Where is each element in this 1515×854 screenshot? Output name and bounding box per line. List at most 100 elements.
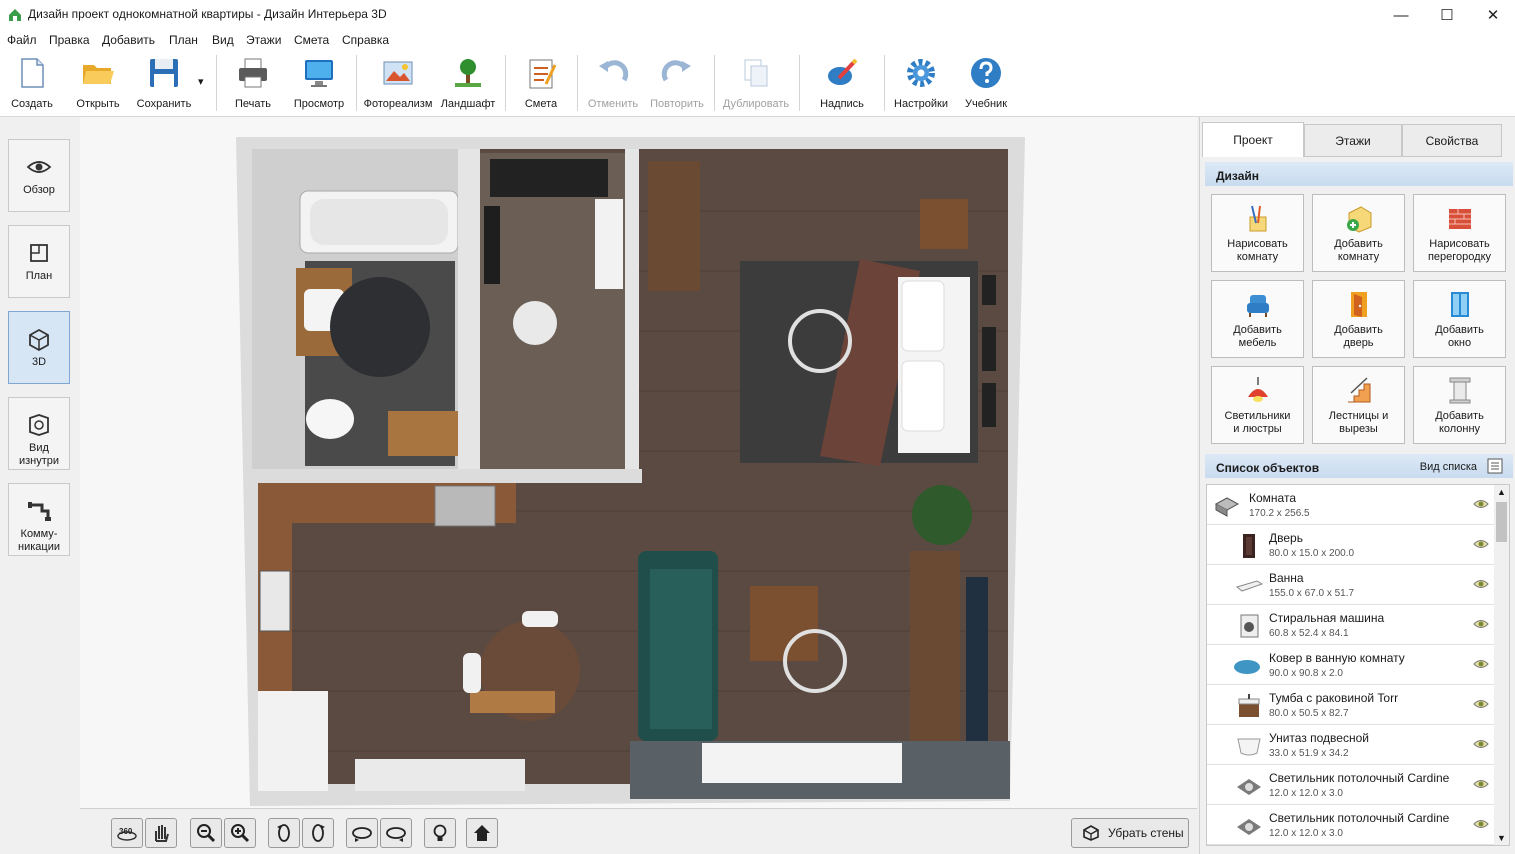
tutorial-label: Учебник xyxy=(964,98,1008,110)
scroll-up-arrow[interactable]: ▲ xyxy=(1497,487,1506,497)
scroll-down-arrow[interactable]: ▼ xyxy=(1497,833,1506,843)
save-dropdown-icon[interactable]: ▾ xyxy=(198,75,204,88)
settings-button[interactable]: Настройки xyxy=(892,53,950,115)
visibility-eye-icon[interactable] xyxy=(1473,578,1489,590)
nav-3d[interactable]: 3D xyxy=(8,311,70,384)
add-column-button[interactable]: Добавить колонну xyxy=(1413,366,1506,444)
kitchen-sink xyxy=(434,485,496,527)
add-furniture-button[interactable]: Добавить мебель xyxy=(1211,280,1304,358)
menu-file[interactable]: Файл xyxy=(7,33,37,47)
gear-icon xyxy=(907,59,935,87)
photorealism-button[interactable]: Фотореализм xyxy=(363,53,433,115)
menu-plan[interactable]: План xyxy=(169,33,198,47)
list-item[interactable]: Комната 170.2 x 256.5 xyxy=(1207,485,1495,525)
caption-label: Надпись xyxy=(820,98,864,110)
visibility-eye-icon[interactable] xyxy=(1473,818,1489,830)
menu-help[interactable]: Справка xyxy=(342,33,389,47)
menu-floors[interactable]: Этажи xyxy=(246,33,281,47)
rotate-360-button[interactable]: 360 xyxy=(111,818,143,848)
add-room-button[interactable]: Добавить комнату xyxy=(1312,194,1405,272)
nav-overview[interactable]: Обзор xyxy=(8,139,70,212)
visibility-eye-icon[interactable] xyxy=(1473,738,1489,750)
visibility-eye-icon[interactable] xyxy=(1473,618,1489,630)
visibility-eye-icon[interactable] xyxy=(1473,658,1489,670)
caption-button[interactable]: Надпись xyxy=(816,53,868,115)
duplicate-button[interactable]: Дублировать xyxy=(721,53,791,115)
list-item[interactable]: Ковер в ванную комнату 90.0 x 90.8 x 2.0 xyxy=(1207,645,1495,685)
help-icon xyxy=(971,58,1001,88)
tilt-down-button[interactable] xyxy=(380,818,412,848)
estimate-button[interactable]: Смета xyxy=(520,53,562,115)
landscape-button[interactable]: Ландшафт xyxy=(440,53,496,115)
list-item[interactable]: Стиральная машина 60.8 x 52.4 x 84.1 xyxy=(1207,605,1495,645)
undo-button[interactable]: Отменить xyxy=(585,53,641,115)
tab-floors[interactable]: Этажи xyxy=(1304,124,1402,157)
estimate-label: Смета xyxy=(524,98,558,110)
list-view-toggle[interactable]: Вид списка xyxy=(1420,461,1477,473)
home-view-button[interactable] xyxy=(466,818,498,848)
tab-properties[interactable]: Свойства xyxy=(1402,124,1502,157)
list-view-icon[interactable] xyxy=(1487,458,1503,474)
tilt-up-button[interactable] xyxy=(346,818,378,848)
window-title: Дизайн проект однокомнатной квартиры - Д… xyxy=(28,7,387,21)
stairs-button[interactable]: Лестницы и вырезы xyxy=(1312,366,1405,444)
list-item[interactable]: Светильник потолочный Cardine 12.0 x 12.… xyxy=(1207,805,1495,845)
rotate-left-button[interactable] xyxy=(268,818,300,848)
list-item[interactable]: Унитаз подвесной 33.0 x 51.9 x 34.2 xyxy=(1207,725,1495,765)
tutorial-button[interactable]: Учебник xyxy=(962,53,1010,115)
visibility-eye-icon[interactable] xyxy=(1473,778,1489,790)
object-dims: 12.0 x 12.0 x 3.0 xyxy=(1269,828,1343,839)
visibility-eye-icon[interactable] xyxy=(1473,698,1489,710)
zoom-in-button[interactable] xyxy=(224,818,256,848)
apartment-3d-render[interactable] xyxy=(230,131,1030,811)
nightstand xyxy=(920,199,968,249)
menu-edit[interactable]: Правка xyxy=(49,33,90,47)
lighting-button[interactable] xyxy=(424,818,456,848)
nav-utilities[interactable]: Комму-никации xyxy=(8,483,70,556)
redo-button[interactable]: Повторить xyxy=(648,53,706,115)
rotate-right-button[interactable] xyxy=(302,818,334,848)
nav-utilities-label: Комму-никации xyxy=(18,528,60,553)
tab-project[interactable]: Проект xyxy=(1202,122,1304,157)
object-name: Светильник потолочный Cardine xyxy=(1269,811,1450,825)
pipes-icon xyxy=(28,502,51,521)
visibility-eye-icon[interactable] xyxy=(1473,498,1489,510)
zoom-out-button[interactable] xyxy=(190,818,222,848)
add-window-button[interactable]: Добавить окно xyxy=(1413,280,1506,358)
maximize-button[interactable]: ☐ xyxy=(1424,0,1470,30)
object-list[interactable]: Комната 170.2 x 256.5 Дверь 80.0 x 15.0 … xyxy=(1206,484,1510,846)
print-button[interactable]: Печать xyxy=(230,53,276,115)
minimize-button[interactable]: — xyxy=(1378,0,1424,30)
list-item[interactable]: Ванна 155.0 x 67.0 x 51.7 xyxy=(1207,565,1495,605)
object-list-scrollbar[interactable]: ▲ ▼ xyxy=(1494,485,1509,845)
scroll-thumb[interactable] xyxy=(1496,502,1507,542)
list-item[interactable]: Светильник потолочный Cardine 12.0 x 12.… xyxy=(1207,765,1495,805)
add-door-button[interactable]: Добавить дверь xyxy=(1312,280,1405,358)
hand-icon xyxy=(155,825,169,842)
visibility-eye-icon[interactable] xyxy=(1473,538,1489,550)
remove-walls-button[interactable]: Убрать стены xyxy=(1071,818,1189,848)
menu-add[interactable]: Добавить xyxy=(102,33,155,47)
close-button[interactable]: ✕ xyxy=(1470,0,1515,30)
add-column-label: Добавить колонну xyxy=(1435,410,1484,435)
list-item[interactable]: Тумба с раковиной Torr 80.0 x 50.5 x 82.… xyxy=(1207,685,1495,725)
preview-button[interactable]: Просмотр xyxy=(292,53,346,115)
pan-button[interactable] xyxy=(145,818,177,848)
3d-viewport[interactable] xyxy=(80,117,1197,808)
stairs-icon xyxy=(1347,377,1370,403)
menu-view[interactable]: Вид xyxy=(212,33,234,47)
draw-partition-button[interactable]: Нарисовать перегородку xyxy=(1413,194,1506,272)
menu-estimate[interactable]: Смета xyxy=(294,33,329,47)
open-button[interactable]: Открыть xyxy=(72,53,124,115)
hall-stool xyxy=(513,301,557,345)
list-item[interactable]: Дверь 80.0 x 15.0 x 200.0 xyxy=(1207,525,1495,565)
create-button[interactable]: Создать xyxy=(8,53,56,115)
landscape-label: Ландшафт xyxy=(440,98,496,110)
nav-inside-view[interactable]: Вид изнутри xyxy=(8,397,70,470)
ceiling-light-icon xyxy=(1237,779,1261,795)
nav-plan[interactable]: План xyxy=(8,225,70,298)
lights-button[interactable]: Светильники и люстры xyxy=(1211,366,1304,444)
draw-room-button[interactable]: Нарисовать комнату xyxy=(1211,194,1304,272)
save-button[interactable]: Сохранить xyxy=(134,53,194,115)
dining-chair xyxy=(522,611,558,627)
